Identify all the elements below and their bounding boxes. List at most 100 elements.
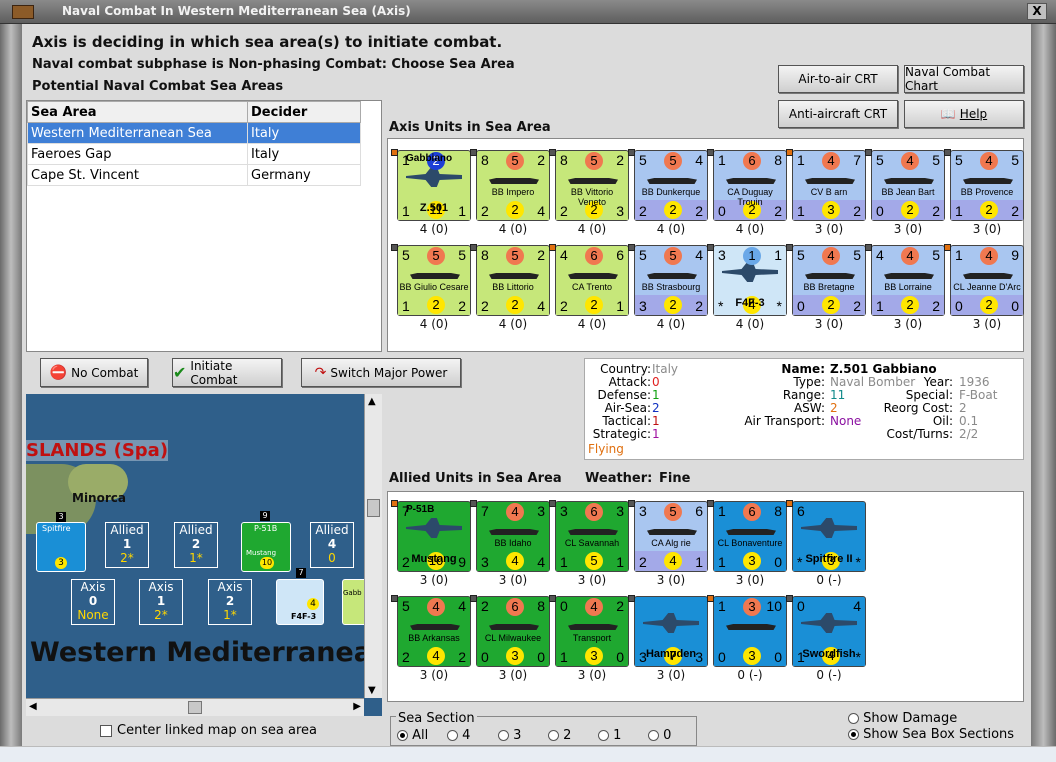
section-option-3[interactable]: 3 <box>498 728 521 743</box>
radio-button[interactable] <box>648 730 659 741</box>
linked-map[interactable]: SLANDS (Spa) Minorca Spitfire 3 3 Allied… <box>26 394 382 716</box>
unit-stat-tr: 4 <box>695 152 703 168</box>
island-label: Minorca <box>72 491 126 505</box>
decider-cell[interactable]: Italy <box>247 143 361 165</box>
box-sub: 2* <box>120 551 134 565</box>
unit-stat-bm: 3 <box>743 552 761 570</box>
allied-box-4[interactable]: Allied 4 0 <box>310 522 354 568</box>
axis-box-0[interactable]: Axis 0 None <box>71 579 115 625</box>
unit-stat-tl: 8 <box>481 247 489 263</box>
scroll-thumb-v[interactable] <box>367 499 380 517</box>
unit-counter[interactable]: 3 6 3 1 5 1 CL Savannah <box>555 501 629 572</box>
map-counter-p51b[interactable]: P-51B Mustang 10 <box>241 522 291 572</box>
decider-cell[interactable]: Germany <box>247 164 361 186</box>
unit-name: CL Milwaukee <box>484 633 542 643</box>
axis-box-2[interactable]: Axis 2 1* <box>208 579 252 625</box>
unit-stat-br: 2 <box>1011 203 1019 219</box>
unit-counter[interactable]: 5 4 4 2 4 2 BB Arkansas <box>397 596 471 667</box>
type-value: Naval Bomber <box>830 375 916 389</box>
sea-section-title: Sea Section <box>396 711 477 726</box>
unit-counter[interactable]: 1 3 10 0 3 0 <box>713 596 787 667</box>
radio-button[interactable] <box>598 730 609 741</box>
unit-counter[interactable]: 1 4 9 0 2 0 CL Jeanne D'Arc <box>950 245 1024 316</box>
unit-counter[interactable]: 1 6 8 1 3 0 CL Bonaventure <box>713 501 787 572</box>
unit-counter[interactable]: 6 * 3 * Spitfire II <box>792 501 866 572</box>
unit-counter[interactable]: 2 6 8 0 3 0 CL Milwaukee <box>476 596 550 667</box>
section-option-0[interactable]: 0 <box>648 728 671 743</box>
unit-strength-label: 4 (0) <box>498 222 528 236</box>
no-combat-button[interactable]: ⛔ No Combat <box>40 358 148 387</box>
allied-box-1[interactable]: Allied 1 2* <box>105 522 149 568</box>
unit-counter[interactable]: 5 5 4 2 2 2 BB Dunkerque <box>634 150 708 221</box>
reorg-value: 2 <box>959 401 967 415</box>
air-to-air-crt-button[interactable]: Air-to-air CRT <box>778 65 898 93</box>
radio-button[interactable] <box>397 730 408 741</box>
unit-stat-bm: 3 <box>506 647 524 665</box>
unit-counter[interactable]: 3 7 3 Hampden <box>634 596 708 667</box>
sea-area-cell[interactable]: Faeroes Gap <box>27 143 248 165</box>
unit-counter[interactable]: 7 2 10 9 P-51B Mustang <box>397 501 471 572</box>
unit-counter[interactable]: 3 1 1 * 4 * F4F-3 <box>713 245 787 316</box>
column-header[interactable]: Decider <box>247 101 361 123</box>
section-option-2[interactable]: 2 <box>548 728 571 743</box>
sea-area-cell[interactable]: Western Mediterranean Sea <box>27 122 248 144</box>
unit-counter[interactable]: 0 4 2 1 3 0 Transport <box>555 596 629 667</box>
radio-button[interactable] <box>447 730 458 741</box>
column-header[interactable]: Sea Area <box>27 101 248 123</box>
scroll-left-icon[interactable]: ◀ <box>29 701 37 712</box>
section-option-1[interactable]: 1 <box>598 728 621 743</box>
show-damage-option[interactable]: Show Damage <box>848 711 957 726</box>
table-row[interactable]: Western Mediterranean Sea Italy <box>27 122 361 144</box>
unit-counter[interactable]: 5 4 5 1 2 2 BB Provence <box>950 150 1024 221</box>
radio-button[interactable] <box>498 730 509 741</box>
decider-cell[interactable]: Italy <box>247 122 361 144</box>
naval-combat-chart-button[interactable]: Naval Combat Chart <box>904 65 1024 93</box>
map-counter-f4f3[interactable]: F4F-3 4 <box>276 579 324 625</box>
radio-button[interactable] <box>548 730 559 741</box>
unit-counter[interactable]: 0 4 1 4 * Swordfish <box>792 596 866 667</box>
center-map-option[interactable]: Center linked map on sea area <box>100 723 317 738</box>
allied-box-2[interactable]: Allied 2 1* <box>174 522 218 568</box>
section-option-4[interactable]: 4 <box>447 728 470 743</box>
table-row[interactable]: Cape St. Vincent Germany <box>27 164 361 186</box>
unit-counter[interactable]: 1 4 7 1 3 2 CV B arn <box>792 150 866 221</box>
sea-area-cell[interactable]: Cape St. Vincent <box>27 164 248 186</box>
radio-button[interactable] <box>848 713 859 724</box>
unit-counter[interactable]: 3 5 6 2 4 1 CA Alg rie <box>634 501 708 572</box>
show-sea-box-option[interactable]: Show Sea Box Sections <box>848 727 1014 742</box>
initiate-combat-button[interactable]: ✔ Initiate Combat <box>172 358 282 387</box>
unit-counter[interactable]: 8 5 2 2 2 4 BB Impero <box>476 150 550 221</box>
table-row[interactable]: Faeroes Gap Italy <box>27 143 361 165</box>
map-vertical-scrollbar[interactable]: ▲ ▼ <box>364 394 382 698</box>
center-map-checkbox[interactable] <box>100 724 112 737</box>
radio-button[interactable] <box>848 729 859 740</box>
scroll-thumb-h[interactable] <box>188 701 202 714</box>
special-value: F-Boat <box>959 388 998 402</box>
unit-strength-label: 4 (0) <box>577 222 607 236</box>
scroll-down-icon[interactable]: ▼ <box>368 685 376 696</box>
unit-stat-tm: 6 <box>506 598 524 616</box>
unit-counter[interactable]: 5 4 5 0 2 2 BB Jean Bart <box>871 150 945 221</box>
unit-counter[interactable]: 8 5 2 2 2 3 BB Vittorio Veneto <box>555 150 629 221</box>
unit-counter[interactable]: 5 5 5 1 2 2 BB Giulio Cesare <box>397 245 471 316</box>
unit-stat-tr: 8 <box>537 598 545 614</box>
unit-counter[interactable]: 5 5 4 3 2 2 BB Strasbourg <box>634 245 708 316</box>
scroll-right-icon[interactable]: ▶ <box>353 701 361 712</box>
map-counter-spitfire[interactable]: Spitfire 3 <box>36 522 86 572</box>
section-option-all[interactable]: All <box>397 728 428 743</box>
scroll-up-icon[interactable]: ▲ <box>368 396 376 407</box>
unit-status-marker <box>391 244 398 251</box>
unit-counter[interactable]: 5 4 5 0 2 2 BB Bretagne <box>792 245 866 316</box>
help-button[interactable]: 📖 Help <box>904 100 1024 128</box>
close-button[interactable]: X <box>1027 3 1047 20</box>
unit-counter[interactable]: 4 6 6 2 2 1 CA Trento <box>555 245 629 316</box>
unit-counter[interactable]: 1 2 1 11 1 Gabbiano Z.501 <box>397 150 471 221</box>
unit-counter[interactable]: 7 4 3 3 4 4 BB Idaho <box>476 501 550 572</box>
axis-box-1[interactable]: Axis 1 2* <box>139 579 183 625</box>
anti-aircraft-crt-button[interactable]: Anti-aircraft CRT <box>778 100 898 128</box>
map-horizontal-scrollbar[interactable]: ◀ ▶ <box>26 698 364 716</box>
switch-major-power-button[interactable]: ↷ Switch Major Power <box>301 358 461 387</box>
unit-counter[interactable]: 1 6 8 0 2 2 CA Duguay Trouin <box>713 150 787 221</box>
unit-counter[interactable]: 8 5 2 2 2 4 BB Littorio <box>476 245 550 316</box>
unit-counter[interactable]: 4 4 5 1 2 2 BB Lorraine <box>871 245 945 316</box>
